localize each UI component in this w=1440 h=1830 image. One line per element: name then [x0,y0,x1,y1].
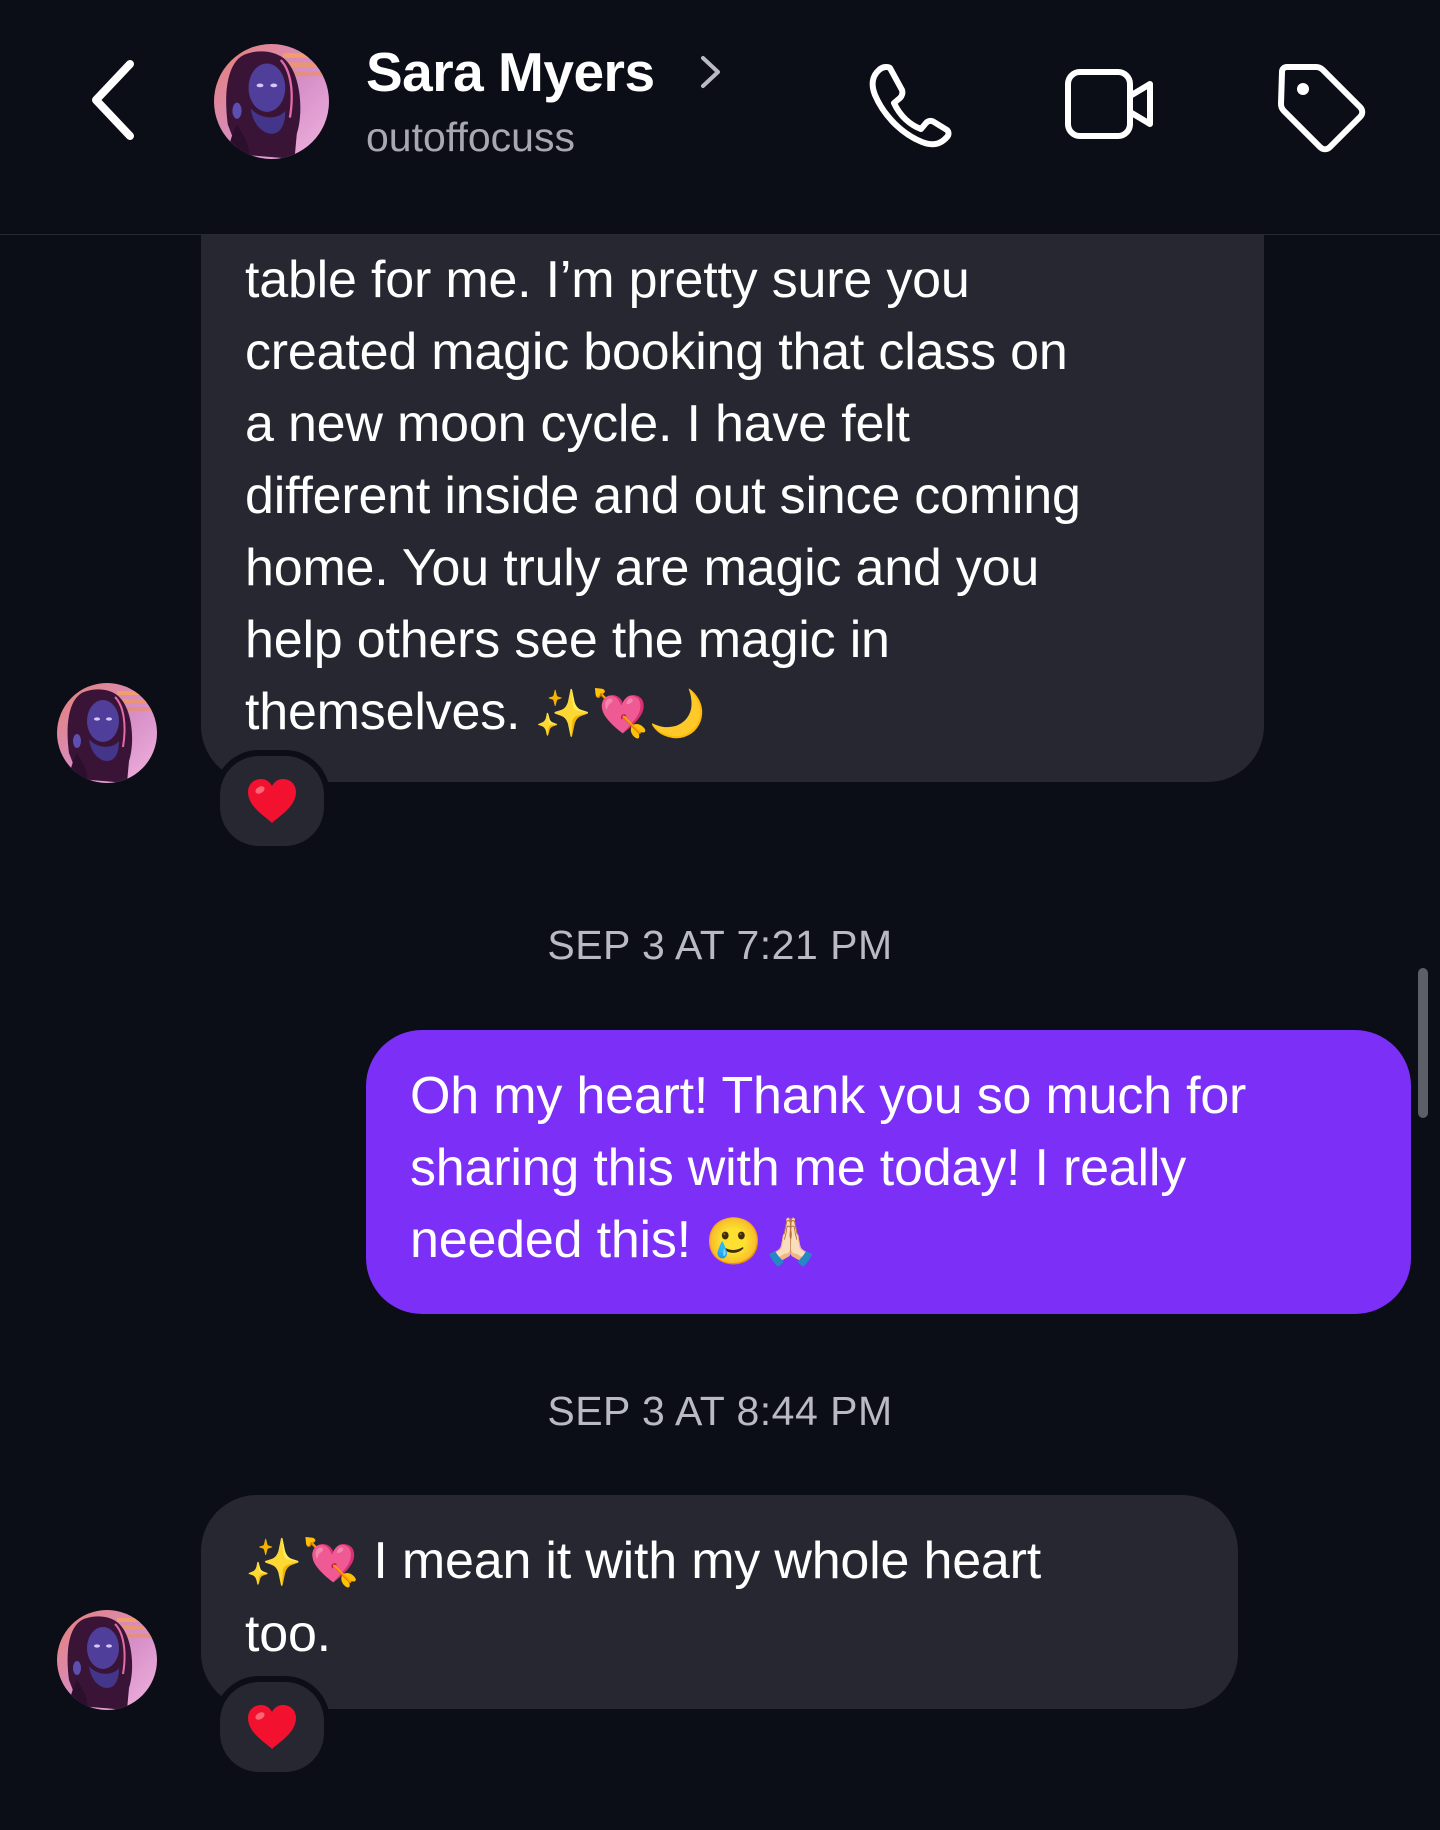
heart-reaction[interactable] [214,1676,330,1778]
incoming-message-bubble[interactable]: table for me. I’m pretty sure you create… [201,150,1264,782]
back-button[interactable] [82,58,146,142]
red-heart-icon [246,1703,298,1751]
message-line: help others see the magic in [245,611,890,669]
voice-call-button[interactable] [866,62,952,148]
message-timestamp: SEP 3 AT 8:44 PM [547,1388,893,1434]
message-text: needed this! [410,1211,691,1269]
message-line: too. [245,1605,331,1663]
contact-avatar[interactable] [214,44,329,159]
message-text: themselves. [245,683,521,741]
message-line: a new moon cycle. I have felt [245,395,910,453]
phone-icon [869,63,952,148]
message-line: created magic booking that class on [245,323,1068,381]
message-emojis: ✨💘🌙 [534,686,706,740]
video-call-button[interactable] [1064,64,1156,144]
message-line: sharing this with me today! I really [410,1139,1187,1197]
chevron-left-icon [92,60,134,140]
contact-name[interactable]: Sara Myers [366,40,655,104]
tag-icon [1278,64,1366,153]
message-line-last: needed this! 🥲🙏🏻 [410,1204,1411,1277]
sender-avatar[interactable] [57,683,157,783]
red-heart-icon [246,777,298,825]
chevron-right-icon[interactable] [698,52,724,92]
heart-reaction[interactable] [214,750,330,852]
message-line-last: themselves. ✨💘🌙 [245,676,1264,749]
dm-conversation-screen: Sara Myers outoffocuss table for me. I’m… [0,0,1440,1830]
message-timestamp: SEP 3 AT 7:21 PM [547,922,893,968]
message-line: different inside and out since coming [245,467,1081,525]
sender-avatar[interactable] [57,1610,157,1710]
message-text: I mean it with my whole heart [373,1532,1041,1590]
outgoing-message-bubble[interactable]: Oh my heart! Thank you so much for shari… [366,1030,1411,1314]
video-camera-icon [1065,69,1153,139]
message-emojis: ✨💘 [245,1535,360,1589]
message-line: Oh my heart! Thank you so much for [410,1067,1247,1125]
message-line-first: ✨💘 I mean it with my whole heart [245,1525,1238,1598]
incoming-message-bubble[interactable]: ✨💘 I mean it with my whole heart too. [201,1495,1238,1709]
contact-username: outoffocuss [366,114,575,160]
conversation-header: Sara Myers outoffocuss [0,0,1440,235]
message-emojis: 🥲🙏🏻 [705,1214,820,1268]
tag-button[interactable] [1272,58,1368,154]
message-line: table for me. I’m pretty sure you [245,251,970,309]
scrollbar-thumb[interactable] [1418,968,1428,1118]
message-line: home. You truly are magic and you [245,539,1040,597]
